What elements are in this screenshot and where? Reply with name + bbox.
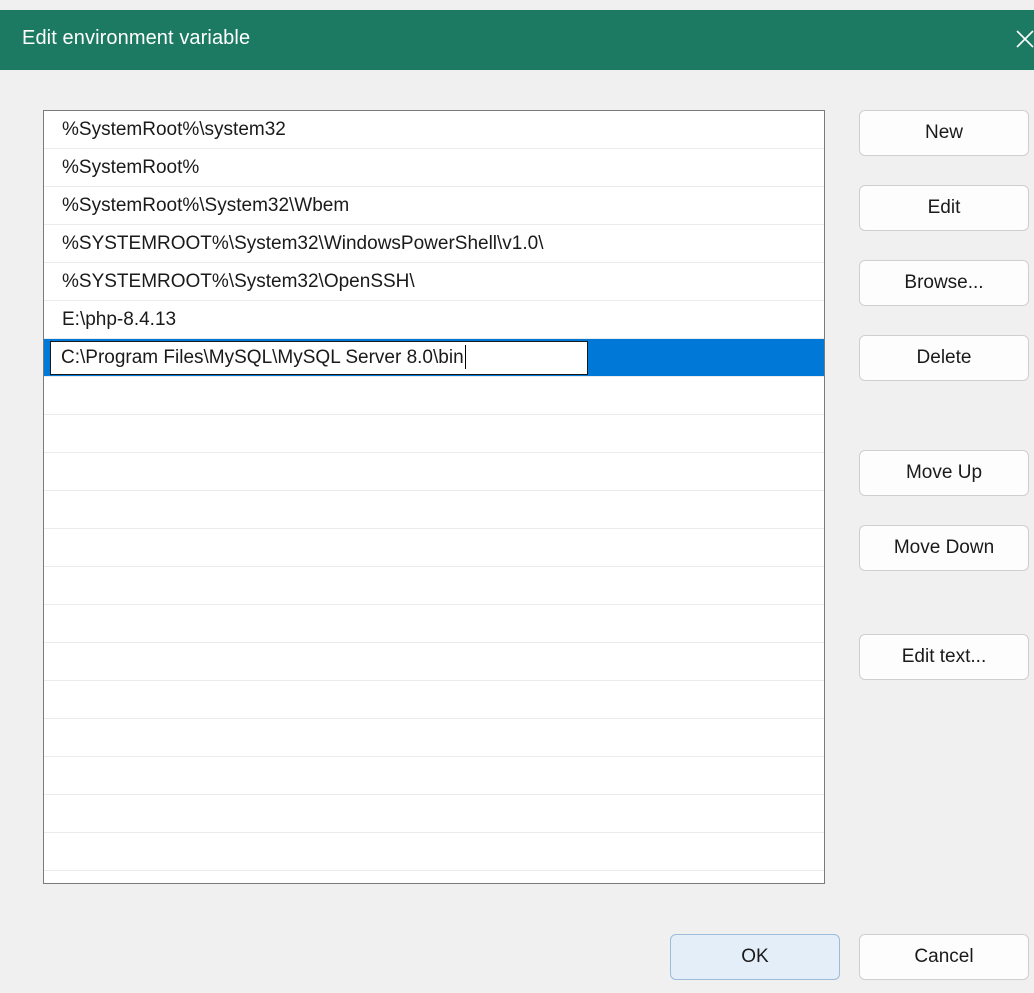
new-button[interactable]: New (859, 110, 1029, 156)
empty-row[interactable] (44, 719, 824, 757)
move-down-button[interactable]: Move Down (859, 525, 1029, 571)
empty-row[interactable] (44, 643, 824, 681)
edit-environment-variable-dialog: Edit environment variable %SystemRoot%\s… (0, 0, 1034, 993)
edit-button[interactable]: Edit (859, 185, 1029, 231)
text-caret (464, 344, 466, 369)
empty-row[interactable] (44, 453, 824, 491)
empty-row[interactable] (44, 491, 824, 529)
empty-row[interactable] (44, 605, 824, 643)
list-item[interactable]: E:\php-8.4.13 (44, 301, 824, 339)
empty-row[interactable] (44, 871, 824, 883)
edit-text-button[interactable]: Edit text... (859, 634, 1029, 680)
browse-button[interactable]: Browse... (859, 260, 1029, 306)
empty-row[interactable] (44, 795, 824, 833)
close-icon[interactable] (1010, 24, 1034, 54)
path-edit-input[interactable]: C:\Program Files\MySQL\MySQL Server 8.0\… (50, 341, 588, 375)
list-item[interactable]: %SystemRoot% (44, 149, 824, 187)
empty-row[interactable] (44, 567, 824, 605)
move-up-button[interactable]: Move Up (859, 450, 1029, 496)
empty-row[interactable] (44, 377, 824, 415)
empty-row[interactable] (44, 681, 824, 719)
list-item[interactable]: %SYSTEMROOT%\System32\WindowsPowerShell\… (44, 225, 824, 263)
list-item[interactable]: %SYSTEMROOT%\System32\OpenSSH\ (44, 263, 824, 301)
ok-button[interactable]: OK (670, 934, 840, 980)
cancel-button[interactable]: Cancel (859, 934, 1029, 980)
delete-button[interactable]: Delete (859, 335, 1029, 381)
empty-row[interactable] (44, 415, 824, 453)
list-item[interactable]: %SystemRoot%\System32\Wbem (44, 187, 824, 225)
empty-row[interactable] (44, 529, 824, 567)
list-item-editing[interactable]: C:\Program Files\MySQL\MySQL Server 8.0\… (44, 339, 824, 377)
empty-row[interactable] (44, 833, 824, 871)
empty-row[interactable] (44, 757, 824, 795)
path-list[interactable]: %SystemRoot%\system32 %SystemRoot% %Syst… (43, 110, 825, 884)
path-edit-value: C:\Program Files\MySQL\MySQL Server 8.0\… (61, 347, 464, 368)
title-bar: Edit environment variable (0, 10, 1034, 70)
list-item[interactable]: %SystemRoot%\system32 (44, 111, 824, 149)
window-title: Edit environment variable (22, 27, 251, 49)
